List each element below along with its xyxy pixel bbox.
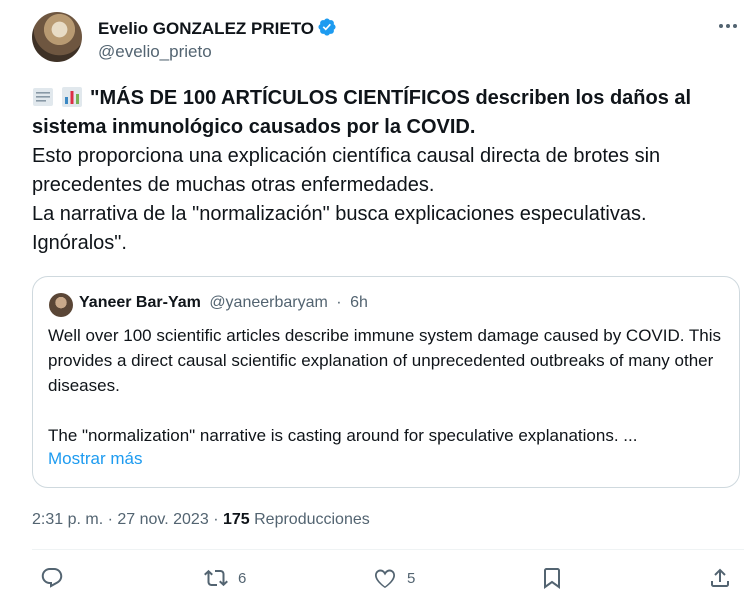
tweet-header: Evelio GONZALEZ PRIETO @evelio_prieto [32,12,742,68]
quoted-author-avatar[interactable] [49,293,73,317]
quoted-author-name[interactable]: Yaneer Bar-Yam [79,294,201,311]
reply-icon [41,568,63,588]
tweet-text: "MÁS DE 100 ARTÍCULOS CIENTÍFICOS descri… [32,84,732,258]
quoted-separator: · [336,294,342,311]
tweet-line-2: Esto proporciona una explicación científ… [32,145,661,196]
views-label: Reproducciones [254,511,370,528]
reply-button[interactable] [40,566,74,590]
show-more-link[interactable]: Mostrar más [48,449,142,469]
bookmark-icon [544,568,560,589]
quoted-author-handle[interactable]: @yaneerbaryam [209,294,328,311]
divider [32,549,744,550]
quoted-tweet-text: Well over 100 scientific articles descri… [48,323,724,448]
tweet-line-3: La narrativa de la "normalización" busca… [32,203,647,225]
share-button[interactable] [708,566,732,590]
verified-badge-icon [318,18,336,36]
author-handle[interactable]: @evelio_prieto [98,42,212,62]
bookmark-button[interactable] [540,566,564,590]
bar-chart-emoji-icon [62,87,82,107]
author-avatar[interactable] [32,12,82,62]
tweet-line-4: Ignóralos". [32,232,127,254]
heart-icon [375,569,395,589]
author-name-text[interactable]: Evelio GONZALEZ PRIETO [98,19,314,38]
post-date[interactable]: 27 nov. 2023 [117,511,208,528]
quoted-paragraph-2: The "normalization" narrative is casting… [48,426,638,445]
quoted-time[interactable]: 6h [350,294,368,311]
retweet-count: 6 [238,569,247,587]
views-count: 175 [222,511,250,528]
action-bar: 6 5 [32,566,744,600]
meta-separator: · [107,511,113,528]
author-name[interactable]: Evelio GONZALEZ PRIETO [98,17,337,39]
quoted-paragraph-1: Well over 100 scientific articles descri… [48,326,722,395]
tweet-timestamp: 2:31 p. m. · 27 nov. 2023 · 175 Reproduc… [32,511,370,529]
like-count: 5 [407,569,416,587]
retweet-button[interactable]: 6 [204,566,246,590]
more-options-icon[interactable] [718,16,738,36]
post-time[interactable]: 2:31 p. m. [32,511,103,528]
like-button[interactable]: 5 [373,566,415,590]
retweet-icon [204,569,228,587]
quoted-tweet[interactable]: Yaneer Bar-Yam @yaneerbaryam · 6h Well o… [32,276,740,488]
document-emoji-icon [33,88,53,106]
tweet-bold-text: "MÁS DE 100 ARTÍCULOS CIENTÍFICOS descri… [32,87,692,138]
quoted-tweet-header: Yaneer Bar-Yam @yaneerbaryam · 6h [79,294,368,312]
share-icon [711,568,729,587]
meta-separator-2: · [213,511,219,528]
